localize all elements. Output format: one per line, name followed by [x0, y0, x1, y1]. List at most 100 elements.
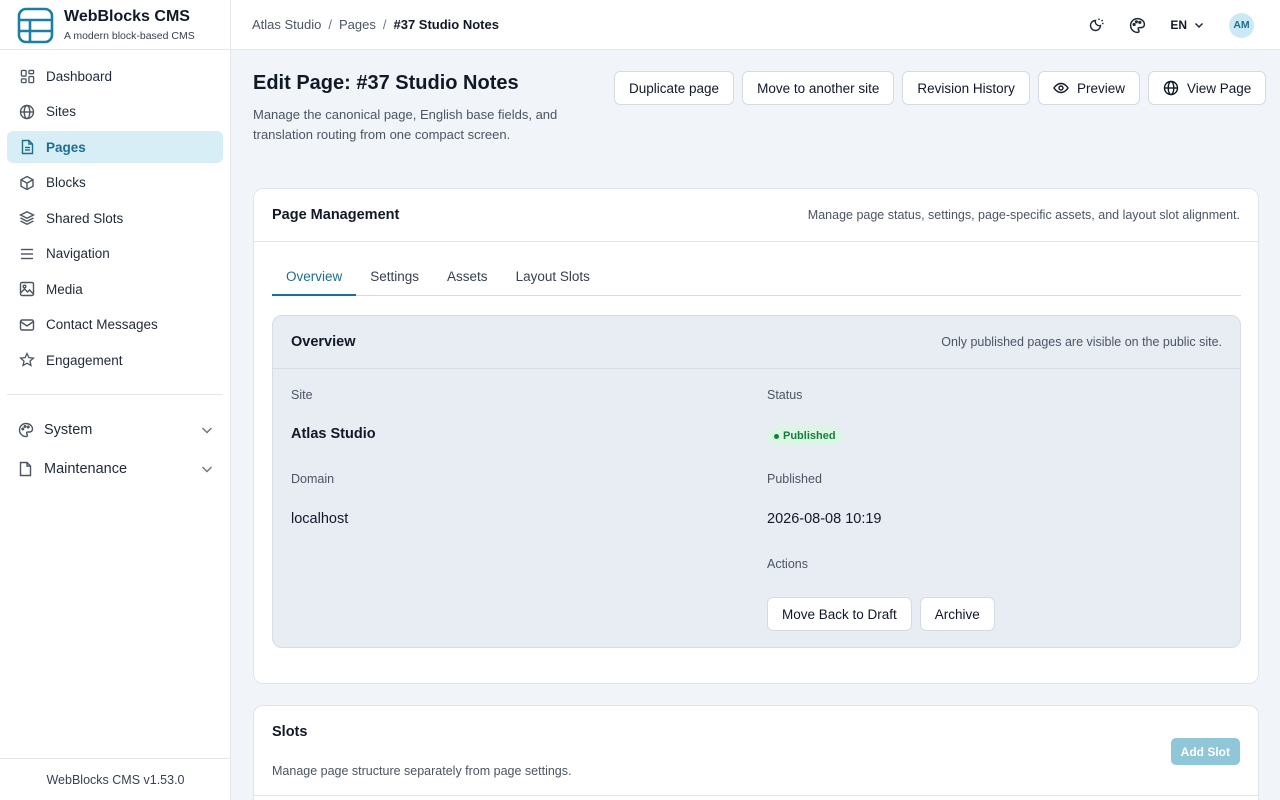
slots-description: Manage page structure separately from pa… [272, 764, 572, 778]
duplicate-page-button[interactable]: Duplicate page [614, 71, 735, 105]
move-to-draft-button[interactable]: Move Back to Draft [767, 597, 912, 631]
version-label: WebBlocks CMS v1.53.0 [0, 758, 231, 800]
site-value: Atlas Studio [291, 426, 376, 442]
breadcrumb-item-current: #37 Studio Notes [393, 17, 499, 32]
sidebar-group-maintenance[interactable]: Maintenance [7, 453, 223, 485]
dashboard-icon [19, 68, 35, 84]
file-icon [18, 461, 34, 477]
sidebar-item-label: Sites [46, 104, 77, 119]
sidebar-item-contact-messages[interactable]: Contact Messages [7, 309, 223, 341]
sidebar-item-label: Contact Messages [46, 317, 158, 332]
button-label: View Page [1186, 80, 1252, 96]
breadcrumb-item-site[interactable]: Atlas Studio [252, 17, 321, 32]
published-value: 2026-08-08 10:19 [767, 511, 882, 527]
cube-icon [19, 175, 35, 191]
card-title: Page Management [272, 207, 400, 223]
view-page-button[interactable]: View Page [1147, 71, 1267, 105]
menu-icon [19, 246, 35, 262]
panel-title: Overview [291, 334, 356, 350]
brand[interactable]: WebBlocks CMS A modern block-based CMS [17, 6, 195, 44]
page-description: Manage the canonical page, English base … [253, 107, 558, 142]
sidebar-item-media[interactable]: Media [7, 273, 223, 305]
globe-icon [19, 104, 35, 120]
palette-icon[interactable] [1126, 12, 1148, 38]
sidebar-group-label: System [44, 422, 93, 438]
sidebar-item-label: Dashboard [46, 68, 113, 84]
sidebar-group-system[interactable]: System [7, 414, 223, 446]
globe-icon [1163, 80, 1179, 96]
tab-settings[interactable]: Settings [356, 263, 433, 296]
sidebar-item-pages[interactable]: Pages [7, 131, 223, 163]
panel-header: Overview Only published pages are visibl… [273, 316, 1240, 369]
page-management-card: Page Management Manage page status, sett… [253, 188, 1259, 684]
breadcrumb-separator: / [382, 17, 387, 32]
sidebar-item-sites[interactable]: Sites [7, 96, 223, 128]
archive-button[interactable]: Archive [919, 597, 995, 631]
add-slot-button[interactable]: Add Slot [1170, 738, 1240, 765]
sidebar-item-label: Shared Slots [46, 210, 124, 226]
topbar: Atlas Studio / Pages / #37 Studio Notes … [231, 0, 1280, 50]
logo-icon [17, 7, 54, 44]
sidebar-item-dashboard[interactable]: Dashboard [7, 60, 223, 92]
revision-history-button[interactable]: Revision History [902, 71, 1030, 105]
sidebar-item-navigation[interactable]: Navigation [7, 238, 223, 270]
tab-assets[interactable]: Assets [433, 263, 502, 296]
sidebar-item-engagement[interactable]: Engagement [7, 344, 223, 376]
page-title: Edit Page: #37 Studio Notes [253, 72, 519, 94]
domain-label: Domain [291, 472, 335, 486]
chevron-down-icon [1194, 22, 1204, 29]
sidebar-item-label: Engagement [46, 352, 123, 368]
button-label: Archive [934, 606, 980, 622]
brand-name: WebBlocks CMS [64, 8, 190, 25]
move-site-button[interactable]: Move to another site [742, 71, 895, 105]
breadcrumb: Atlas Studio / Pages / #37 Studio Notes [252, 17, 499, 32]
status-actions: Move Back to Draft Archive [767, 597, 1003, 631]
brand-tagline: A modern block-based CMS [64, 30, 195, 42]
eye-icon [1053, 82, 1069, 94]
published-label: Published [767, 472, 822, 486]
tab-layout-slots[interactable]: Layout Slots [502, 263, 604, 296]
site-label: Site [291, 388, 313, 402]
chevron-down-icon [202, 427, 212, 434]
breadcrumb-item-pages[interactable]: Pages [339, 17, 376, 32]
star-icon [19, 352, 35, 368]
palette-icon [18, 422, 34, 438]
image-icon [19, 281, 35, 297]
status-badge: Published [767, 426, 843, 446]
slots-card: Slots Manage page structure separately f… [253, 705, 1259, 800]
theme-toggle-icon[interactable] [1084, 12, 1106, 38]
status-label: Status [767, 388, 803, 402]
divider [254, 795, 1258, 796]
language-label: EN [1170, 18, 1187, 32]
slots-title: Slots [272, 724, 308, 740]
mail-icon [19, 317, 35, 333]
tab-overview[interactable]: Overview [272, 263, 357, 296]
sidebar-group-label: Maintenance [44, 461, 128, 477]
layers-icon [19, 210, 35, 226]
sidebar: WebBlocks CMS A modern block-based CMS D… [0, 0, 231, 800]
avatar[interactable]: AM [1229, 12, 1254, 38]
breadcrumb-separator: / [328, 17, 332, 32]
language-select[interactable]: EN [1170, 18, 1205, 32]
sidebar-item-shared-slots[interactable]: Shared Slots [7, 202, 223, 234]
sidebar-item-label: Navigation [46, 246, 110, 261]
sidebar-nav: Dashboard Sites Pages Blocks Shared Slot… [7, 60, 223, 380]
button-label: Duplicate page [629, 80, 720, 96]
topbar-actions: EN AM [1084, 12, 1254, 38]
overview-panel: Overview Only published pages are visibl… [272, 315, 1241, 648]
sidebar-item-label: Blocks [46, 175, 86, 190]
sidebar-item-label: Media [46, 281, 83, 297]
actions-label: Actions [767, 557, 808, 571]
button-label: Move Back to Draft [782, 606, 897, 622]
preview-button[interactable]: Preview [1037, 71, 1140, 105]
button-label: Move to another site [757, 80, 880, 96]
tab-bar: Overview Settings Assets Layout Slots [272, 263, 1241, 296]
card-header: Page Management Manage page status, sett… [254, 189, 1258, 242]
sidebar-item-blocks[interactable]: Blocks [7, 167, 223, 199]
page-actions: Duplicate page Move to another site Revi… [614, 71, 1274, 105]
sidebar-item-label: Pages [46, 139, 86, 155]
card-note: Manage page status, settings, page-speci… [807, 208, 1240, 222]
panel-note: Only published pages are visible on the … [941, 335, 1222, 349]
button-label: Add Slot [1180, 744, 1230, 759]
chevron-down-icon [202, 466, 212, 473]
